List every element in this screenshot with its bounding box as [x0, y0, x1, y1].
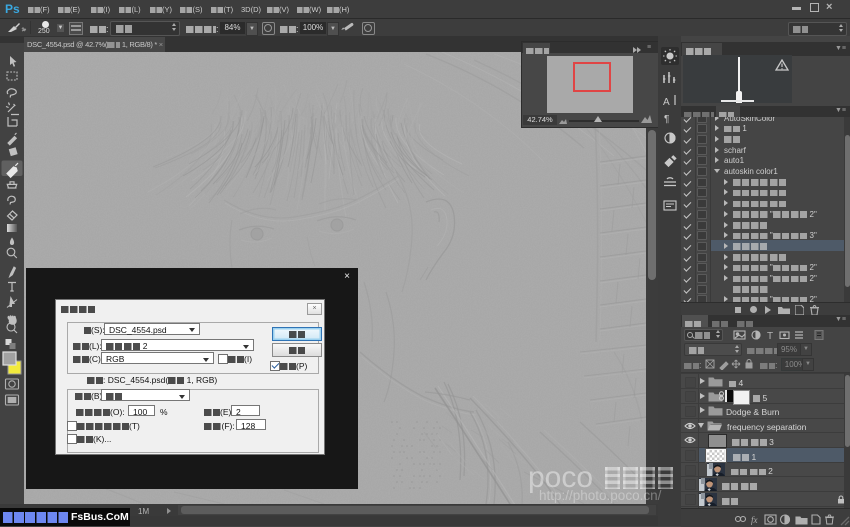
svg-text:fx: fx: [751, 515, 758, 525]
svg-text:¶: ¶: [664, 114, 669, 125]
svg-text:T: T: [767, 331, 773, 340]
svg-text:A: A: [663, 97, 670, 108]
